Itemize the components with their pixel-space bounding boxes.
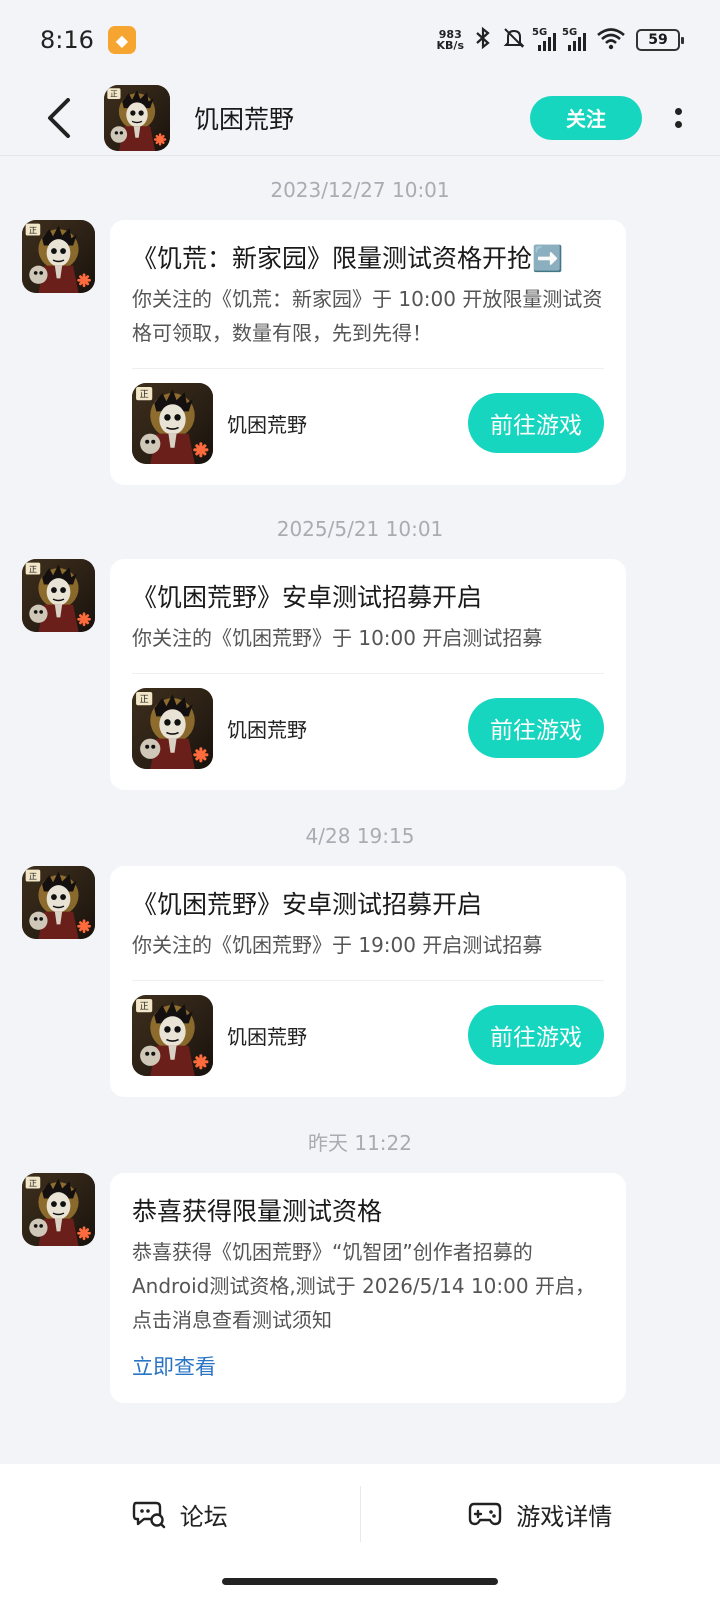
- app-notification-icon: ◆: [107, 26, 136, 54]
- more-options-icon[interactable]: [658, 96, 698, 140]
- message-timestamp: 昨天 11:22: [308, 1131, 412, 1155]
- sender-avatar[interactable]: [22, 220, 95, 293]
- message-title: 恭喜获得限量测试资格: [132, 1197, 383, 1226]
- message-item: 《饥困荒野》安卓测试招募开启 你关注的《饥困荒野》于 10:00 开启测试招募 …: [0, 559, 720, 790]
- status-time: 8:16: [40, 26, 94, 54]
- message-card[interactable]: 《饥困荒野》安卓测试招募开启 你关注的《饥困荒野》于 10:00 开启测试招募 …: [110, 559, 626, 790]
- follow-button[interactable]: 关注: [530, 95, 642, 140]
- game-entry[interactable]: 饥困荒野 前往游戏: [132, 381, 604, 465]
- message-title: 《饥困荒野》安卓测试招募开启: [132, 890, 483, 919]
- game-avatar[interactable]: [104, 85, 170, 151]
- game-icon: [132, 995, 213, 1076]
- sender-avatar[interactable]: [22, 559, 95, 632]
- message-timestamp: 2025/5/21 10:01: [276, 517, 444, 541]
- status-icons: 983 KB/s 5G 5G 59: [436, 26, 684, 55]
- game-name: 饥困荒野: [227, 1024, 307, 1049]
- message-feed[interactable]: 2023/12/27 10:01 《饥荒：新家园》限量测试资格开抢➡️ 你关注的…: [0, 156, 720, 1403]
- chat-header: 饥困荒野 关注: [0, 80, 720, 156]
- wifi-icon: [596, 26, 626, 55]
- message-card[interactable]: 恭喜获得限量测试资格 恭喜获得《饥困荒野》“饥智团”创作者招募的Android测…: [110, 1173, 626, 1403]
- message-timestamp: 2023/12/27 10:01: [270, 178, 450, 202]
- message-card[interactable]: 《饥荒：新家园》限量测试资格开抢➡️ 你关注的《饥荒：新家园》于 10:00 开…: [110, 220, 626, 485]
- back-button[interactable]: [36, 95, 82, 141]
- message-item: 恭喜获得限量测试资格 恭喜获得《饥困荒野》“饥智团”创作者招募的Android测…: [0, 1173, 720, 1403]
- bluetooth-icon: [474, 26, 492, 55]
- sender-avatar[interactable]: [22, 866, 95, 939]
- back-arrow-icon: [48, 97, 70, 138]
- game-entry[interactable]: 饥困荒野 前往游戏: [132, 686, 604, 770]
- bottom-nav: 论坛 游戏详情: [0, 1464, 720, 1564]
- nav-forum-label: 论坛: [179, 1502, 228, 1531]
- network-speed: 983 KB/s: [436, 28, 464, 52]
- game-icon: [132, 688, 213, 769]
- mute-bell-icon: [502, 26, 526, 55]
- message-title: 《饥困荒野》安卓测试招募开启: [132, 583, 483, 612]
- go-to-game-button[interactable]: 前往游戏: [468, 1005, 604, 1065]
- status-bar: 8:16 ◆ 983 KB/s 5G 5G 59: [0, 0, 720, 80]
- game-name: 饥困荒野: [227, 717, 307, 742]
- go-to-game-button[interactable]: 前往游戏: [468, 698, 604, 758]
- message-card[interactable]: 《饥困荒野》安卓测试招募开启 你关注的《饥困荒野》于 19:00 开启测试招募 …: [110, 866, 626, 1097]
- message-body: 你关注的《饥荒：新家园》于 10:00 开放限量测试资格可领取，数量有限，先到先…: [132, 287, 603, 345]
- divider: [132, 980, 604, 981]
- signal-icon: 5G: [562, 27, 586, 51]
- message-item: 《饥荒：新家园》限量测试资格开抢➡️ 你关注的《饥荒：新家园》于 10:00 开…: [0, 220, 720, 485]
- message-body: 恭喜获得《饥困荒野》“饥智团”创作者招募的Android测试资格,测试于 202…: [132, 1240, 595, 1332]
- page-title: 饥困荒野: [194, 104, 295, 134]
- message-body: 你关注的《饥困荒野》于 19:00 开启测试招募: [132, 933, 543, 957]
- game-icon: [132, 383, 213, 464]
- message-item: 《饥困荒野》安卓测试招募开启 你关注的《饥困荒野》于 19:00 开启测试招募 …: [0, 866, 720, 1097]
- go-to-game-button[interactable]: 前往游戏: [468, 393, 604, 453]
- home-indicator[interactable]: [222, 1578, 498, 1585]
- forum-icon: [132, 1501, 165, 1529]
- signal-icon: 5G: [532, 27, 556, 51]
- view-now-link[interactable]: 立即查看: [132, 1351, 216, 1381]
- game-entry[interactable]: 饥困荒野 前往游戏: [132, 993, 604, 1077]
- sender-avatar[interactable]: [22, 1173, 95, 1246]
- nav-game-details[interactable]: 游戏详情: [361, 1464, 720, 1564]
- divider: [132, 673, 604, 674]
- message-timestamp: 4/28 19:15: [305, 824, 415, 848]
- message-body: 你关注的《饥困荒野》于 10:00 开启测试招募: [132, 626, 543, 650]
- battery-icon: 59: [636, 29, 684, 51]
- nav-forum[interactable]: 论坛: [0, 1464, 360, 1564]
- nav-game-details-label: 游戏详情: [516, 1502, 613, 1531]
- message-title: 《饥荒：新家园》限量测试资格开抢➡️: [132, 244, 564, 273]
- game-name: 饥困荒野: [227, 412, 307, 437]
- gamepad-icon: [469, 1502, 502, 1526]
- divider: [132, 368, 604, 369]
